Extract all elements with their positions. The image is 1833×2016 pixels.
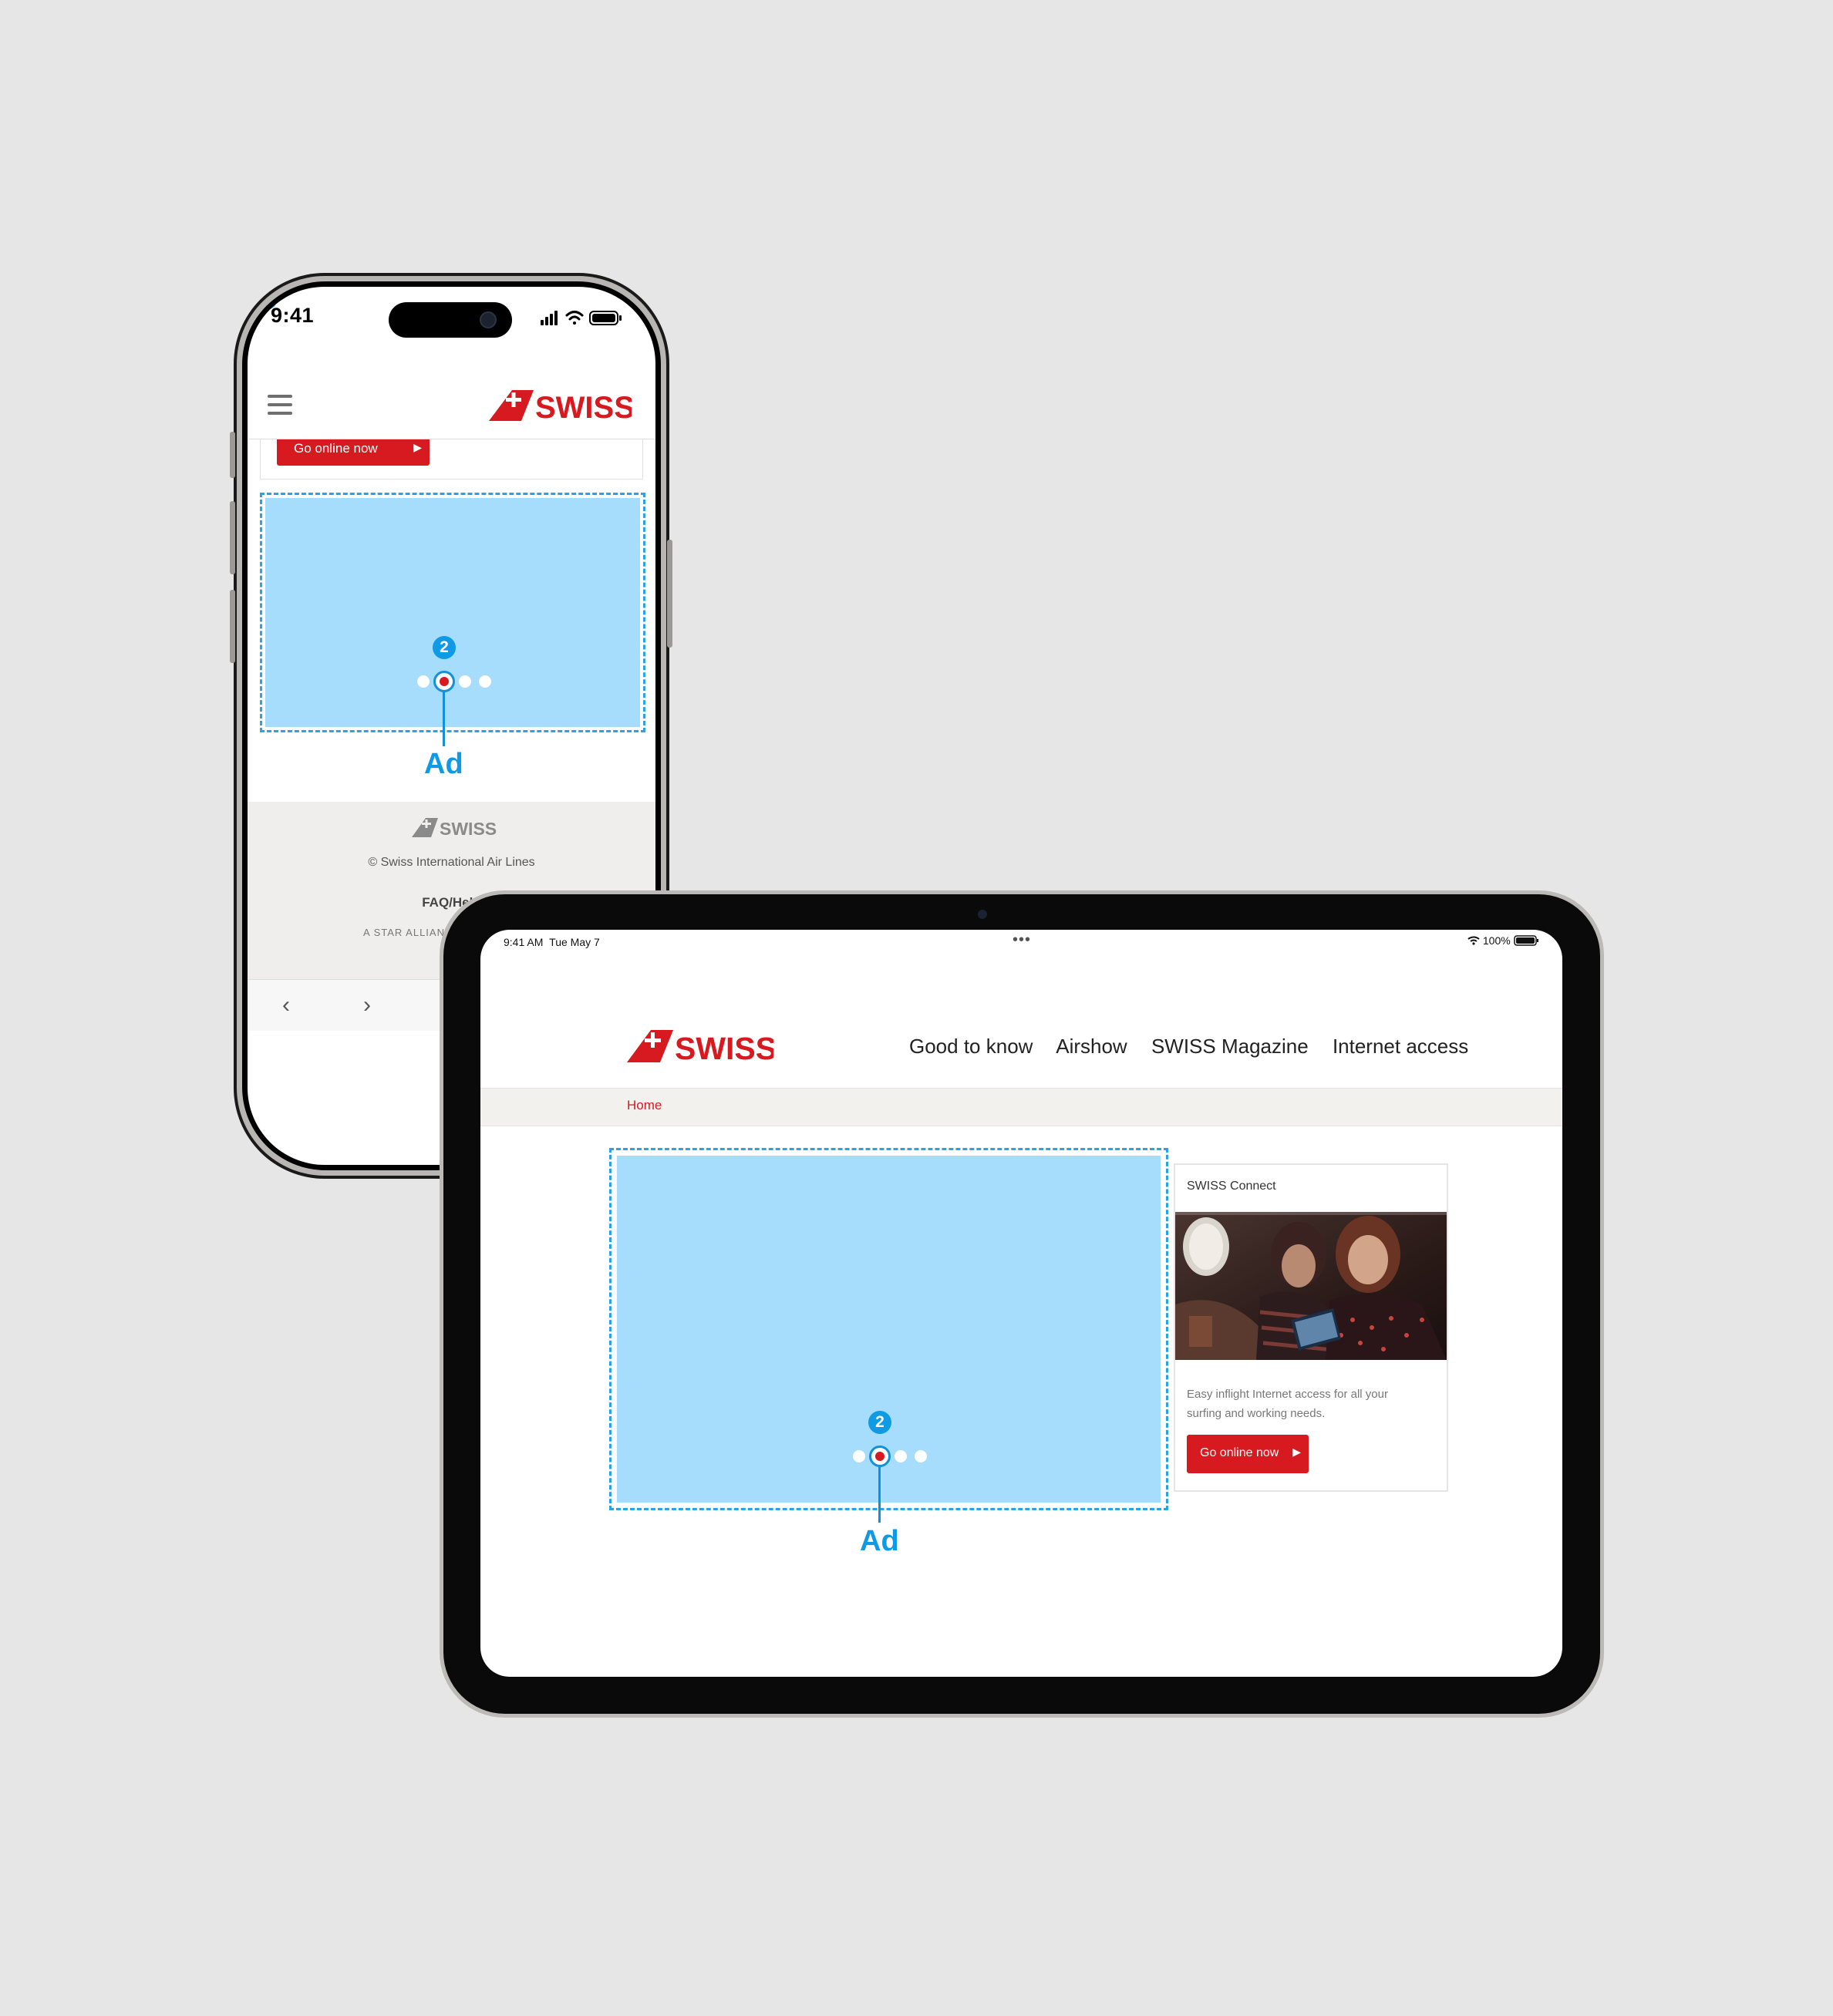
tablet-status-datetime: 9:41 AM Tue May 7 — [504, 936, 600, 948]
phone-volume-up — [230, 501, 235, 574]
tablet-screen: 9:41 AM Tue May 7 ••• 100% SWISS Good to… — [480, 930, 1562, 1677]
inflight-internet-photo — [1175, 1212, 1447, 1360]
main-navigation: Good to know Airshow SWISS Magazine Inte… — [909, 1035, 1487, 1058]
chevron-right-icon: ▶ — [1292, 1446, 1301, 1458]
tablet-status-time: 9:41 AM — [504, 936, 544, 948]
forward-arrow-icon[interactable]: › — [363, 992, 371, 1018]
carousel-dot[interactable] — [895, 1450, 907, 1462]
wifi-icon — [1467, 936, 1480, 945]
battery-icon — [1513, 935, 1538, 946]
status-time: 9:41 — [271, 304, 315, 327]
svg-text:SWISS: SWISS — [675, 1031, 773, 1065]
battery-percent: 100% — [1482, 934, 1511, 947]
star-alliance-label: A STAR ALLIAN — [363, 927, 445, 938]
swiss-logo[interactable]: SWISS — [489, 389, 635, 425]
front-camera — [480, 311, 497, 328]
battery-icon — [589, 311, 622, 325]
annotation-line — [878, 1467, 881, 1523]
nav-swiss-magazine[interactable]: SWISS Magazine — [1151, 1035, 1309, 1058]
phone-side-button — [230, 432, 235, 478]
hamburger-menu-icon[interactable] — [268, 395, 292, 415]
signal-icon — [541, 311, 558, 325]
carousel-dot[interactable] — [417, 675, 430, 688]
dynamic-island — [389, 302, 512, 338]
ad-annotation-label: Ad — [860, 1525, 899, 1557]
phone-volume-down — [230, 590, 235, 663]
go-online-button[interactable]: Go online now ▶ — [277, 439, 430, 466]
card-description: Easy inflight Internet access for all yo… — [1187, 1388, 1388, 1420]
go-online-label: Go online now — [1200, 1446, 1279, 1459]
back-arrow-icon[interactable]: ‹ — [282, 992, 290, 1018]
ad-number-badge: 2 — [868, 1411, 891, 1434]
tablet-camera — [978, 910, 987, 919]
footer-copyright: © Swiss International Air Lines — [368, 856, 535, 869]
chevron-right-icon: ▶ — [413, 441, 422, 453]
carousel-dot[interactable] — [853, 1450, 865, 1462]
carousel-dot[interactable] — [915, 1450, 927, 1462]
status-icons — [541, 311, 622, 325]
multitasking-dots-icon[interactable]: ••• — [1013, 931, 1031, 949]
go-online-button[interactable]: Go online now ▶ — [1187, 1435, 1309, 1473]
swiss-logo[interactable]: SWISS — [627, 1028, 777, 1066]
nav-internet-access[interactable]: Internet access — [1333, 1035, 1468, 1058]
breadcrumb-home[interactable]: Home — [627, 1098, 662, 1113]
carousel-dot-active[interactable] — [433, 671, 455, 692]
tablet-status-right: 100% — [1467, 934, 1540, 947]
carousel-dot[interactable] — [459, 675, 471, 688]
carousel-dot-active[interactable] — [869, 1446, 891, 1467]
ad-number-badge: 2 — [433, 636, 456, 659]
go-online-label: Go online now — [294, 441, 378, 456]
ad-annotation-label: Ad — [424, 748, 463, 780]
svg-text:SWISS: SWISS — [440, 819, 497, 839]
wifi-icon — [565, 311, 584, 325]
annotation-line — [443, 692, 445, 746]
svg-text:SWISS: SWISS — [535, 391, 632, 424]
ad-placeholder[interactable] — [265, 498, 640, 727]
nav-good-to-know[interactable]: Good to know — [909, 1035, 1033, 1058]
phone-power-button — [667, 540, 672, 648]
card-title: SWISS Connect — [1187, 1180, 1276, 1193]
carousel-dot[interactable] — [479, 675, 491, 688]
nav-airshow[interactable]: Airshow — [1056, 1035, 1127, 1058]
footer-swiss-logo: SWISS — [412, 817, 497, 839]
tablet-status-date: Tue May 7 — [549, 936, 600, 948]
